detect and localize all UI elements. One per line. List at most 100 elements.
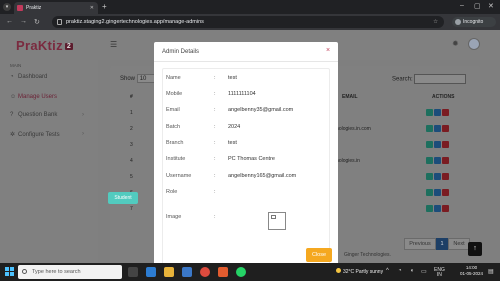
sidebar-item-label: Question Bank [18, 112, 58, 118]
field-label-mobile: Mobile [166, 91, 183, 97]
new-tab-icon[interactable]: + [102, 2, 107, 11]
field-colon: : [214, 75, 216, 81]
edit-button[interactable] [434, 109, 441, 116]
search-input[interactable] [414, 74, 467, 84]
avatar[interactable] [468, 38, 480, 50]
view-button[interactable] [426, 173, 433, 180]
volume-icon[interactable]: ◖ [410, 268, 414, 274]
gears-icon: ✲ [10, 132, 16, 138]
column-header-email[interactable]: EMAIL [342, 94, 358, 100]
network-icon[interactable]: ◔ [398, 268, 402, 274]
settings-icon[interactable]: ✹ [452, 39, 459, 48]
edit-button[interactable] [434, 125, 441, 132]
edit-button[interactable] [434, 205, 441, 212]
browser-tab[interactable]: Praktiz ✕ [14, 2, 98, 14]
field-colon: : [214, 107, 216, 113]
edit-button[interactable] [434, 157, 441, 164]
field-value-username: angelbenny165@gmail.com [228, 173, 297, 179]
sidebar-item-label: Configure Tests [18, 132, 60, 138]
table-row-number: 3 [130, 142, 133, 148]
delete-button[interactable] [442, 205, 449, 212]
store-icon[interactable] [182, 267, 192, 277]
field-colon: : [214, 140, 216, 146]
delete-button[interactable] [442, 109, 449, 116]
window-close-icon[interactable]: ✕ [488, 2, 494, 10]
minimize-icon[interactable]: – [460, 2, 464, 9]
column-header-number[interactable]: # [130, 94, 133, 100]
taskbar-clock[interactable]: 14:00 01-05-2024 [460, 265, 483, 277]
row-actions [426, 109, 450, 116]
chrome-icon[interactable] [200, 267, 210, 277]
delete-button[interactable] [442, 173, 449, 180]
whatsapp-icon[interactable] [236, 267, 246, 277]
address-bar[interactable]: praktiz.staging2.gingertechnologies.app/… [52, 16, 444, 28]
row-actions [426, 157, 450, 164]
edit-button[interactable] [434, 189, 441, 196]
view-button[interactable] [426, 125, 433, 132]
sidebar-item-configure-tests[interactable]: ✲ Configure Tests › [10, 131, 84, 138]
field-value-institute: PC Thomas Centre [228, 156, 275, 162]
field-label-username: Username [166, 173, 192, 179]
close-button[interactable]: Close [306, 248, 332, 262]
browser-toolbar: ← → ↻ praktiz.staging2.gingertechnologie… [0, 14, 500, 30]
app-logo[interactable]: PraKtiz 2 [16, 38, 74, 53]
field-label-institute: Institute [166, 156, 186, 162]
weather-widget[interactable]: 32°C Partly sunny [336, 268, 383, 275]
tab-search-icon[interactable]: ▾ [3, 3, 11, 11]
language-indicator[interactable]: ENG IN [434, 268, 445, 278]
delete-button[interactable] [442, 141, 449, 148]
sidebar-item-manage-users[interactable]: ☺ Manage Users [10, 94, 57, 100]
delete-button[interactable] [442, 157, 449, 164]
pagination-previous[interactable]: Previous [404, 238, 436, 250]
taskbar-search-input[interactable]: Type here to search [18, 265, 122, 279]
table-row-number: 5 [130, 174, 133, 180]
table-row-number: 4 [130, 158, 133, 164]
app-icon[interactable] [218, 267, 228, 277]
close-tab-icon[interactable]: ✕ [90, 2, 94, 14]
close-icon[interactable]: × [326, 47, 330, 54]
sidebar-item-question-bank[interactable]: ? Question Bank › [10, 112, 84, 118]
view-button[interactable] [426, 141, 433, 148]
incognito-badge[interactable]: Incognito [452, 17, 496, 27]
profile-image-placeholder [268, 212, 286, 230]
tab-title: Praktiz [26, 5, 42, 11]
hamburger-menu-icon[interactable]: ☰ [110, 40, 117, 49]
notification-icon[interactable]: ▤ [488, 268, 494, 275]
table-row-number: 7 [130, 206, 133, 212]
tray-chevron-icon[interactable]: ^ [386, 268, 389, 274]
field-colon: : [214, 214, 216, 220]
pagination-page-1[interactable]: 1 [436, 238, 448, 250]
logo-text: PraKtiz [16, 38, 63, 53]
delete-button[interactable] [442, 189, 449, 196]
task-view-icon[interactable] [128, 267, 138, 277]
field-value-branch: test [228, 140, 237, 146]
back-icon[interactable]: ← [6, 18, 13, 25]
logo-badge: 2 [64, 43, 74, 51]
weather-text: 32°C Partly sunny [343, 269, 384, 275]
forward-icon[interactable]: → [20, 18, 27, 25]
broken-image-icon [271, 215, 276, 219]
view-button[interactable] [426, 109, 433, 116]
edit-button[interactable] [434, 141, 441, 148]
table-row-number: 1 [130, 110, 133, 116]
sidebar-item-dashboard[interactable]: ◔ Dashboard [10, 74, 47, 80]
table-row-number: 2 [130, 126, 133, 132]
scroll-to-top-button[interactable]: ↑ [468, 242, 482, 256]
battery-icon[interactable]: ▭ [421, 268, 427, 275]
field-colon: : [214, 189, 216, 195]
view-button[interactable] [426, 189, 433, 196]
bookmark-star-icon[interactable]: ☆ [433, 16, 438, 28]
edge-icon[interactable] [146, 267, 156, 277]
clock-time: 14:00 [465, 265, 478, 270]
maximize-icon[interactable]: ▢ [474, 2, 481, 10]
reload-icon[interactable]: ↻ [34, 18, 40, 26]
role-badge-student: Student [108, 192, 138, 204]
delete-button[interactable] [442, 125, 449, 132]
view-button[interactable] [426, 205, 433, 212]
file-explorer-icon[interactable] [164, 267, 174, 277]
pagination-next[interactable]: Next [448, 238, 470, 250]
row-actions [426, 205, 450, 212]
windows-start-icon[interactable] [5, 267, 14, 276]
edit-button[interactable] [434, 173, 441, 180]
view-button[interactable] [426, 157, 433, 164]
